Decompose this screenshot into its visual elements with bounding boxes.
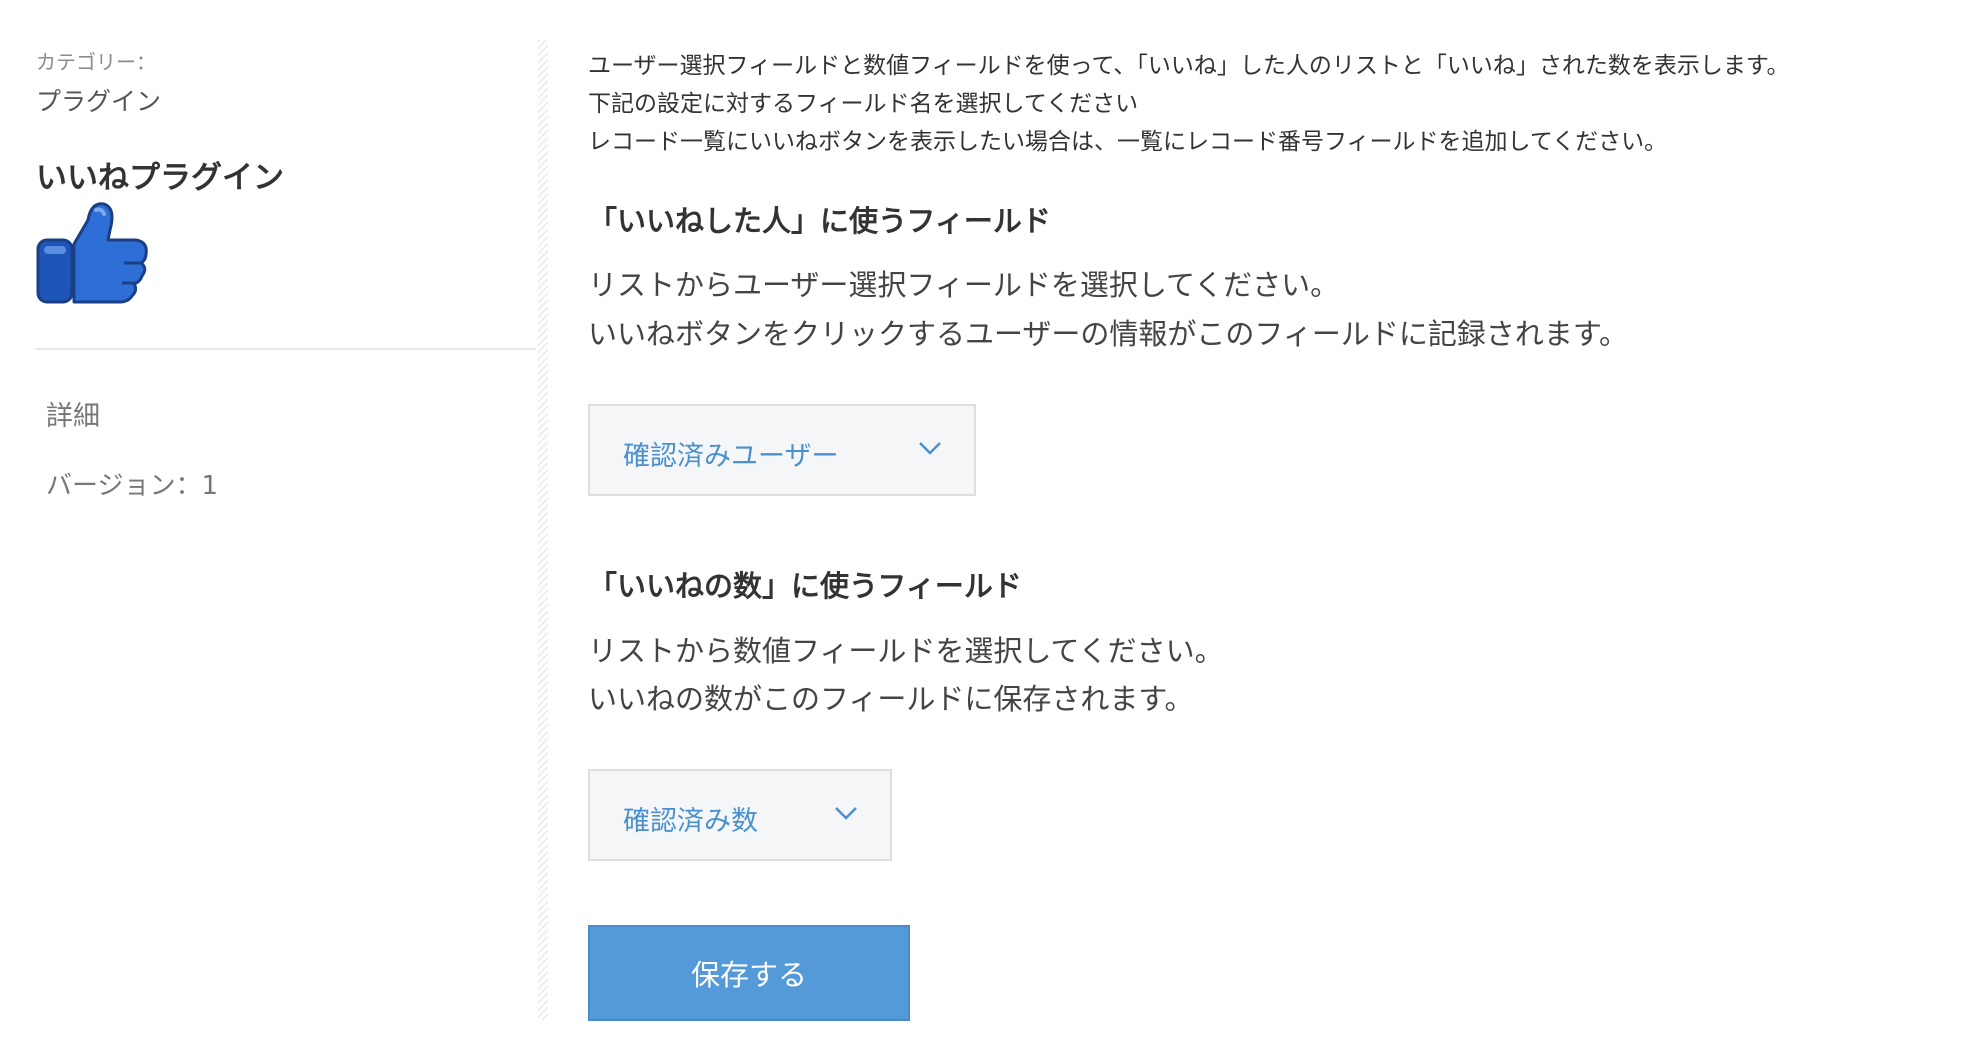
intro-line-1: ユーザー選択フィールドと数値フィールドを使って、「いいね」した人のリストと「いい… <box>588 53 1790 79</box>
category-value: プラグイン <box>36 87 162 116</box>
like-count-desc-1: リストから数値フィールドを選択してください。 <box>588 634 1224 668</box>
sidebar-divider <box>36 348 536 350</box>
liked-users-heading: 「いいねした人」に使うフィールド <box>588 204 1051 238</box>
thumbs-up-icon <box>36 196 152 306</box>
save-button[interactable]: 保存する <box>588 925 910 1021</box>
plugin-name: いいねプラグイン <box>36 160 284 196</box>
column-separator <box>538 40 548 1020</box>
intro-line-3: レコード一覧にいいねボタンを表示したい場合は、一覧にレコード番号フィールドを追加… <box>588 129 1668 155</box>
chevron-down-icon <box>835 807 857 820</box>
category-label: カテゴリー： <box>36 50 156 74</box>
like-count-field-select[interactable]: 確認済み数 <box>588 769 892 861</box>
sidebar: カテゴリー： プラグイン いいねプラグイン 詳細 バージョン：1 <box>36 0 536 1046</box>
plugin-settings-page: カテゴリー： プラグイン いいねプラグイン 詳細 バージョン：1 ユーザー選択フ… <box>0 0 1962 1046</box>
chevron-down-icon <box>919 442 941 455</box>
version-text: バージョン：1 <box>46 471 219 501</box>
liked-users-select-value: 確認済みユーザー <box>623 441 839 472</box>
settings-main: ユーザー選択フィールドと数値フィールドを使って、「いいね」した人のリストと「いい… <box>588 0 1958 1046</box>
detail-link[interactable]: 詳細 <box>46 394 100 433</box>
liked-users-desc-1: リストからユーザー選択フィールドを選択してください。 <box>588 268 1340 302</box>
like-count-heading: 「いいねの数」に使うフィールド <box>588 569 1022 603</box>
like-count-select-value: 確認済み数 <box>623 806 758 837</box>
like-count-desc-2: いいねの数がこのフィールドに保存されます。 <box>588 682 1194 716</box>
intro-line-2: 下記の設定に対するフィールド名を選択してください <box>588 91 1139 117</box>
liked-users-desc-2: いいねボタンをクリックするユーザーの情報がこのフィールドに記録されます。 <box>588 317 1628 351</box>
liked-users-field-select[interactable]: 確認済みユーザー <box>588 404 976 496</box>
